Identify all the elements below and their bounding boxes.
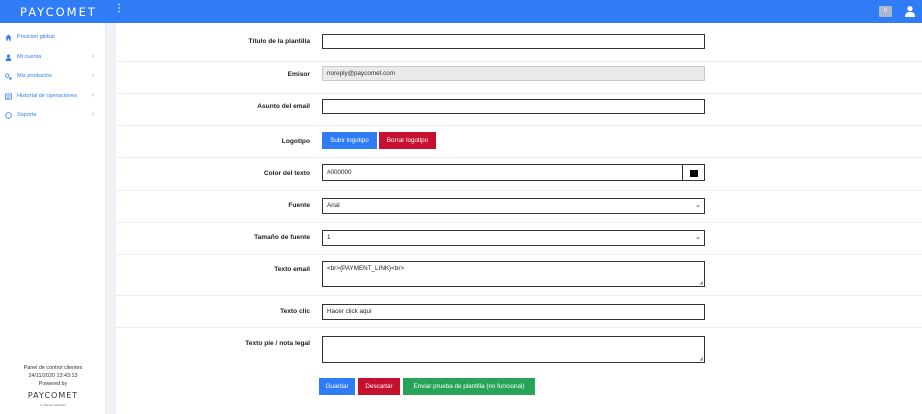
row-titulo: Título de la plantilla bbox=[116, 23, 922, 62]
top-bar: PAYCOMET ⋮ 0 bbox=[0, 0, 922, 23]
color-swatch bbox=[690, 170, 698, 177]
footer-panel-label: Panel de control clientes bbox=[23, 365, 83, 371]
label-fuente: Fuente bbox=[288, 202, 310, 209]
delete-logo-button[interactable]: Borrar logotipo bbox=[379, 132, 436, 149]
vertical-dots-icon[interactable]: ⋮ bbox=[114, 4, 124, 14]
sidebar-item-label: Historial de operaciones bbox=[17, 93, 78, 99]
row-tamano: Tamaño de fuente 1 ⌄ bbox=[116, 223, 922, 255]
row-fuente: Fuente Arial ⌄ bbox=[116, 191, 922, 223]
pie-textarea[interactable]: ◢ bbox=[322, 336, 705, 363]
save-button[interactable]: Guardar bbox=[319, 378, 355, 395]
user-icon bbox=[5, 54, 12, 61]
emisor-input: noreply@paycomet.com bbox=[322, 66, 705, 81]
sidebar-item-posicion-global[interactable]: Posición global bbox=[0, 30, 106, 46]
tamano-select[interactable]: 1 ⌄ bbox=[322, 230, 705, 246]
resize-grip-icon[interactable]: ◢ bbox=[699, 356, 703, 362]
row-color: Color del texto #000000 bbox=[116, 158, 922, 191]
label-tamano: Tamaño de fuente bbox=[254, 234, 310, 241]
texto-email-textarea[interactable]: <br>{PAYMENT_LINK}<br> ◢ bbox=[322, 261, 705, 287]
label-pie: Texto pie / nota legal bbox=[245, 340, 310, 347]
chevron-down-icon: ⌄ bbox=[695, 202, 701, 209]
label-color: Color del texto bbox=[263, 170, 310, 177]
footer-logo-subtitle: by Banco Sabadell bbox=[40, 403, 66, 407]
chevron-down-icon: ⌄ bbox=[695, 234, 701, 241]
sidebar-item-mi-cuenta[interactable]: Mi cuenta ‹ bbox=[0, 50, 106, 66]
send-test-button[interactable]: Enviar prueba de plantilla (no funcional… bbox=[403, 378, 535, 395]
color-input[interactable]: #000000 bbox=[322, 164, 683, 181]
resize-grip-icon[interactable]: ◢ bbox=[699, 280, 703, 286]
titulo-input[interactable] bbox=[322, 34, 705, 49]
label-logotipo: Logotipo bbox=[281, 138, 310, 145]
row-texto-email: Texto email <br>{PAYMENT_LINK}<br> ◢ bbox=[116, 255, 922, 296]
label-emisor: Emisor bbox=[287, 71, 310, 78]
sidebar-item-label: Mi cuenta bbox=[17, 54, 42, 60]
footer-powered-by: Powered by bbox=[38, 381, 68, 387]
fuente-select[interactable]: Arial ⌄ bbox=[322, 198, 705, 214]
texto-email-value: <br>{PAYMENT_LINK}<br> bbox=[327, 265, 405, 272]
support-icon bbox=[5, 112, 12, 119]
chevron-left-icon: ‹ bbox=[92, 92, 95, 99]
chevron-left-icon: ‹ bbox=[92, 53, 95, 60]
sidebar-footer: Panel de control clientes 24/11/2020 13:… bbox=[0, 364, 106, 388]
sidebar-item-label: Posición global bbox=[17, 34, 55, 40]
row-logotipo: Logotipo Subir logotipo Borrar logotipo bbox=[116, 126, 922, 158]
sidebar-item-historial[interactable]: Historial de operaciones ‹ bbox=[0, 89, 106, 105]
texto-clic-input[interactable]: Hacer click aquí bbox=[322, 304, 705, 320]
label-titulo: Título de la plantilla bbox=[248, 38, 310, 45]
user-icon[interactable] bbox=[904, 5, 916, 17]
sidebar: Posición global Mi cuenta ‹ Mis producto… bbox=[0, 23, 106, 414]
color-picker-button[interactable] bbox=[682, 164, 705, 181]
label-texto-clic: Texto clic bbox=[280, 308, 310, 315]
discard-button[interactable]: Descartar bbox=[358, 378, 400, 395]
chevron-left-icon: ‹ bbox=[92, 111, 95, 118]
products-icon bbox=[5, 73, 12, 80]
asunto-input[interactable] bbox=[322, 99, 705, 114]
tamano-selected-value: 1 bbox=[327, 234, 331, 241]
footer-timestamp: 24/11/2020 13:43:13 bbox=[28, 373, 78, 379]
sidebar-item-label: Soporte bbox=[17, 112, 37, 118]
home-icon bbox=[5, 34, 12, 41]
row-asunto: Asunto del email bbox=[116, 94, 922, 126]
history-icon bbox=[5, 93, 12, 100]
paycomet-logo[interactable]: PAYCOMET bbox=[20, 5, 97, 19]
row-pie: Texto pie / nota legal ◢ bbox=[116, 328, 922, 371]
fuente-selected-value: Arial bbox=[327, 202, 340, 209]
template-form: Título de la plantilla Emisor noreply@pa… bbox=[116, 23, 922, 414]
sidebar-item-soporte[interactable]: Soporte ‹ bbox=[0, 108, 106, 124]
label-texto-email: Texto email bbox=[274, 266, 310, 273]
upload-logo-button[interactable]: Subir logotipo bbox=[322, 132, 377, 149]
label-asunto: Asunto del email bbox=[257, 103, 310, 110]
sidebar-item-mis-productos[interactable]: Mis productos ‹ bbox=[0, 69, 106, 85]
footer-paycomet-logo: PAYCOMET bbox=[27, 391, 79, 400]
sidebar-item-label: Mis productos bbox=[17, 73, 52, 79]
chevron-left-icon: ‹ bbox=[92, 72, 95, 79]
row-texto-clic: Texto clic Hacer click aquí bbox=[116, 296, 922, 328]
notification-badge[interactable]: 0 bbox=[879, 6, 892, 17]
row-emisor: Emisor noreply@paycomet.com bbox=[116, 62, 922, 94]
